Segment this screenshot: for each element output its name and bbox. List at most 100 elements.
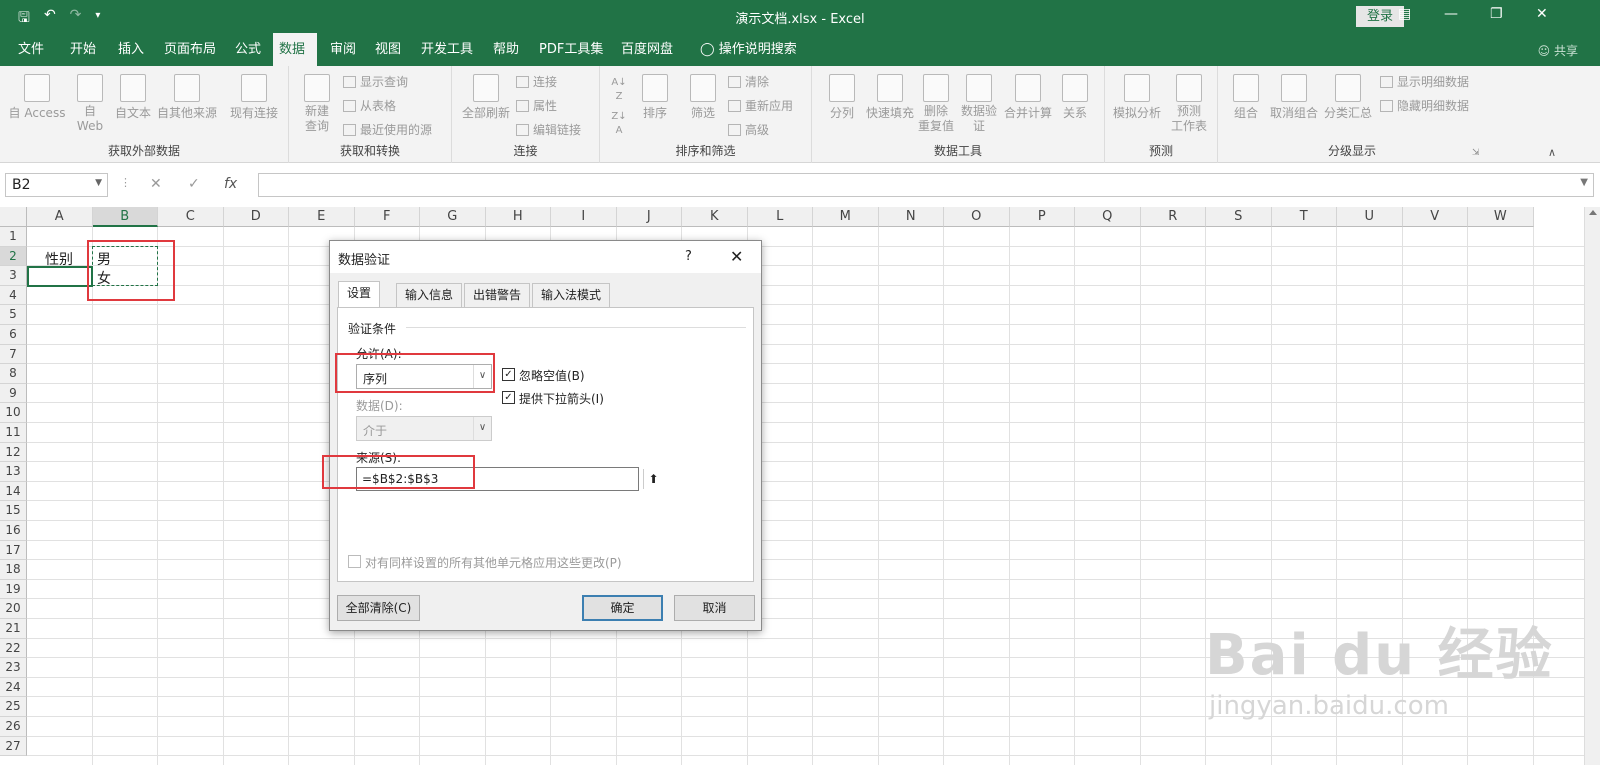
tab-error-alert[interactable]: 出错警告	[464, 283, 531, 308]
column-header-f[interactable]: F	[354, 207, 420, 227]
column-header-i[interactable]: I	[551, 207, 617, 227]
cancel-icon[interactable]: ✕	[150, 176, 162, 192]
row-header-15[interactable]: 15	[0, 501, 27, 521]
column-header-u[interactable]: U	[1337, 207, 1403, 227]
login-button[interactable]: 登录	[1356, 6, 1404, 27]
column-header-p[interactable]: P	[1009, 207, 1075, 227]
what-if-analysis-button[interactable]: 模拟分析	[1111, 74, 1163, 121]
column-header-h[interactable]: H	[485, 207, 551, 227]
tab-ime-mode[interactable]: 输入法模式	[532, 283, 611, 308]
forecast-sheet-button[interactable]: 预测 工作表	[1167, 74, 1211, 134]
row-header-1[interactable]: 1	[0, 227, 27, 247]
relationships-button[interactable]: 关系	[1058, 74, 1092, 121]
insert-function-button[interactable]: fx	[224, 176, 237, 192]
from-access-button[interactable]: 自 Access	[8, 74, 66, 121]
active-cell-a3[interactable]	[27, 266, 93, 287]
select-all-corner[interactable]	[0, 207, 27, 227]
tab-pdf-tools[interactable]: PDF工具集	[533, 33, 609, 66]
row-header-27[interactable]: 27	[0, 736, 27, 757]
row-header-17[interactable]: 17	[0, 540, 27, 561]
column-header-b[interactable]: B	[92, 207, 158, 227]
flash-fill-button[interactable]: 快速填充	[864, 74, 916, 121]
hide-detail-button[interactable]: 隐藏明细数据	[1380, 97, 1469, 114]
column-header-v[interactable]: V	[1402, 207, 1468, 227]
tab-view[interactable]: 视图	[369, 33, 407, 66]
tab-baidu-netdisk[interactable]: 百度网盘	[615, 33, 679, 66]
row-header-11[interactable]: 11	[0, 423, 27, 443]
column-header-g[interactable]: G	[420, 207, 486, 227]
show-detail-button[interactable]: 显示明细数据	[1380, 73, 1469, 90]
connections-button[interactable]: 连接	[516, 73, 557, 90]
tab-review[interactable]: 审阅	[324, 33, 362, 66]
show-queries-button[interactable]: 显示查询	[343, 73, 408, 90]
tab-data[interactable]: 数据	[273, 33, 317, 66]
from-other-sources-button[interactable]: 自其他来源	[155, 74, 219, 121]
column-header-c[interactable]: C	[158, 207, 224, 227]
column-header-e[interactable]: E	[289, 207, 355, 227]
row-header-2[interactable]: 2	[0, 246, 27, 267]
column-header-w[interactable]: W	[1468, 207, 1534, 227]
column-header-s[interactable]: S	[1206, 207, 1272, 227]
ignore-blank-checkbox[interactable]: ✓	[502, 368, 515, 381]
advanced-filter-button[interactable]: 高级	[728, 121, 769, 138]
row-header-19[interactable]: 19	[0, 579, 27, 600]
existing-connections-button[interactable]: 现有连接	[226, 74, 282, 121]
text-to-columns-button[interactable]: 分列	[824, 74, 860, 121]
row-header-16[interactable]: 16	[0, 521, 27, 541]
row-header-20[interactable]: 20	[0, 599, 27, 619]
tab-file[interactable]: 文件	[12, 33, 50, 66]
row-header-5[interactable]: 5	[0, 305, 27, 325]
dialog-launcher-icon[interactable]: ⇲	[1472, 148, 1480, 158]
group-button[interactable]: 组合	[1226, 74, 1266, 121]
row-header-23[interactable]: 23	[0, 658, 27, 678]
row-header-13[interactable]: 13	[0, 462, 27, 482]
ok-button[interactable]: 确定	[582, 595, 663, 621]
sort-button[interactable]: 排序	[638, 74, 672, 121]
in-cell-dropdown-checkbox[interactable]: ✓	[502, 391, 515, 404]
row-header-25[interactable]: 25	[0, 697, 27, 717]
column-header-n[interactable]: N	[878, 207, 944, 227]
column-header-m[interactable]: M	[813, 207, 879, 227]
refresh-all-button[interactable]: 全部刷新	[460, 74, 512, 121]
clear-filter-button[interactable]: 清除	[728, 73, 769, 90]
column-header-o[interactable]: O	[944, 207, 1010, 227]
row-header-9[interactable]: 9	[0, 383, 27, 404]
chevron-down-icon[interactable]: ▼	[95, 178, 102, 188]
edit-links-button[interactable]: 编辑链接	[516, 121, 581, 138]
new-query-button[interactable]: 新建 查询	[297, 74, 337, 134]
row-header-7[interactable]: 7	[0, 344, 27, 365]
row-header-18[interactable]: 18	[0, 560, 27, 580]
restore-icon[interactable]: ❐	[1490, 6, 1503, 22]
recent-sources-button[interactable]: 最近使用的源	[343, 121, 432, 138]
close-icon[interactable]: ✕	[1536, 6, 1548, 22]
reapply-button[interactable]: 重新应用	[728, 97, 793, 114]
ungroup-button[interactable]: 取消组合	[1268, 74, 1320, 121]
row-header-3[interactable]: 3	[0, 266, 27, 286]
expand-formula-icon[interactable]: ▼	[1580, 177, 1588, 188]
column-header-t[interactable]: T	[1271, 207, 1337, 227]
help-icon[interactable]: ?	[685, 249, 692, 264]
clear-all-button[interactable]: 全部清除(C)	[337, 595, 420, 621]
collapse-ribbon-icon[interactable]: ∧	[1548, 146, 1556, 159]
row-header-22[interactable]: 22	[0, 638, 27, 659]
tab-insert[interactable]: 插入	[112, 33, 150, 66]
tab-help[interactable]: 帮助	[487, 33, 525, 66]
row-header-24[interactable]: 24	[0, 677, 27, 698]
subtotal-button[interactable]: 分类汇总	[1322, 74, 1374, 121]
row-header-12[interactable]: 12	[0, 442, 27, 463]
collapse-dialog-icon[interactable]: ⬆	[643, 469, 663, 489]
row-header-10[interactable]: 10	[0, 403, 27, 423]
row-header-4[interactable]: 4	[0, 285, 27, 306]
tab-home[interactable]: 开始	[64, 33, 102, 66]
properties-button[interactable]: 属性	[516, 97, 557, 114]
column-header-r[interactable]: R	[1140, 207, 1206, 227]
column-header-d[interactable]: D	[223, 207, 289, 227]
cancel-button[interactable]: 取消	[674, 595, 755, 621]
tab-formulas[interactable]: 公式	[229, 33, 267, 66]
enter-icon[interactable]: ✓	[188, 176, 200, 192]
name-box[interactable]: B2 ▼	[5, 173, 108, 197]
close-icon[interactable]: ✕	[730, 247, 743, 266]
row-header-26[interactable]: 26	[0, 717, 27, 737]
minimize-icon[interactable]: —	[1444, 6, 1458, 22]
tab-developer[interactable]: 开发工具	[415, 33, 479, 66]
